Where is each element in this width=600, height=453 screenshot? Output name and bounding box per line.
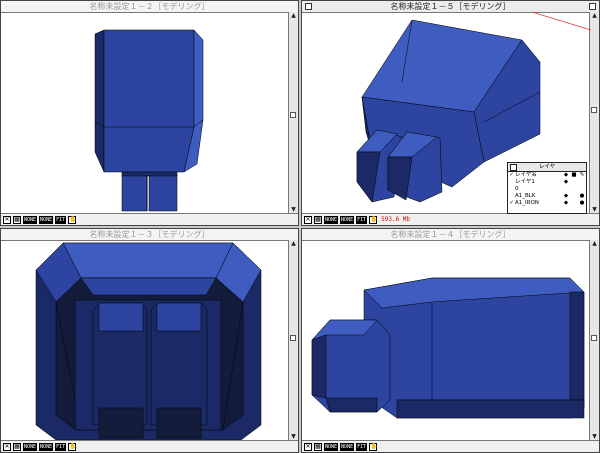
grid-icon[interactable]: ▦ — [13, 215, 21, 224]
memory-readout: 593.6 Mb — [381, 216, 411, 223]
hand-tool-icon[interactable]: ✋ — [68, 442, 77, 451]
layer-panel-title: レイヤ — [538, 164, 556, 170]
scroll-thumb[interactable] — [290, 335, 296, 341]
window-title: 名称未設定１－４［モデリング］ — [386, 230, 515, 239]
model-front-face — [103, 29, 195, 173]
model-side-face — [94, 29, 105, 173]
lock-icon[interactable]: ■ — [570, 172, 578, 179]
viewport-window-top-left[interactable]: 名称未設定１－２［モデリング］ ▲ ▼ ✕ ▦ NONE NONE FIT ✋ — [0, 0, 299, 226]
layer-check[interactable]: ✓ — [508, 200, 515, 207]
fit-button[interactable]: FIT — [356, 215, 368, 224]
snap-mode-button-2[interactable]: NONE — [340, 215, 355, 224]
snap-mode-button-2[interactable]: NONE — [39, 215, 54, 224]
visibility-icon[interactable]: ◆ — [562, 193, 570, 200]
scroll-up-arrow-icon[interactable]: ▲ — [289, 12, 298, 20]
axes-icon[interactable]: ✕ — [3, 442, 11, 451]
edit-icon[interactable]: ● — [578, 200, 586, 207]
model-leg-right — [148, 174, 178, 212]
window-title: 名称未設定１－５［モデリング］ — [386, 2, 515, 11]
layer-check[interactable]: ✓ — [508, 172, 515, 179]
zoom-box-icon[interactable] — [589, 3, 596, 10]
snap-mode-button[interactable]: NONE — [324, 215, 339, 224]
viewport-window-bottom-right[interactable]: 名称未設定１－４［モデリング］ ▲ ▼ ✕ ▦ NONE NONE FIT ✋ — [301, 228, 600, 453]
layer-name: A1_IRON — [515, 200, 539, 206]
scroll-thumb[interactable] — [290, 112, 296, 118]
viewport-statusbar: ✕ ▦ NONE NONE FIT ✋ 593.6 Mb — [302, 213, 599, 225]
grid-icon[interactable]: ▦ — [314, 215, 322, 224]
guide-line — [531, 12, 591, 31]
scroll-up-arrow-icon[interactable]: ▲ — [590, 240, 599, 248]
layer-row[interactable]: 0 — [508, 186, 586, 193]
layer-row[interactable]: ✓ レイヤ名 ◆ ■ ✎ — [508, 172, 586, 179]
snap-mode-button-2[interactable]: NONE — [340, 442, 355, 451]
scroll-up-arrow-icon[interactable]: ▲ — [590, 12, 599, 20]
model-right-face — [193, 29, 204, 128]
scroll-thumb[interactable] — [591, 335, 597, 341]
edit-icon[interactable]: ● — [578, 193, 586, 200]
layer-name: A1_BLK — [515, 193, 536, 199]
viewport-window-bottom-left[interactable]: 名称未設定１－３［モデリング］ ▲ ▼ ✕ ▦ NONE NONE FIT ✋ — [0, 228, 299, 453]
visibility-icon[interactable]: ◆ — [562, 200, 570, 207]
grid-icon[interactable]: ▦ — [314, 442, 322, 451]
model-leg-left — [121, 174, 148, 212]
hand-tool-icon[interactable]: ✋ — [369, 442, 378, 451]
side-view-canvas[interactable] — [302, 240, 591, 443]
close-box-icon[interactable] — [510, 164, 517, 171]
viewport-statusbar: ✕ ▦ NONE NONE FIT ✋ — [1, 440, 298, 452]
close-box-icon[interactable] — [305, 3, 312, 10]
viewport-statusbar: ✕ ▦ NONE NONE FIT ✋ — [302, 440, 599, 452]
snap-mode-button[interactable]: NONE — [324, 442, 339, 451]
layer-panel[interactable]: レイヤ ✓ レイヤ名 ◆ ■ ✎ レイヤ1 ◆ 0 A1_BLK ◆ ● ✓ A… — [507, 162, 587, 214]
layer-row[interactable]: ✓ A1_IRON ◆ ● — [508, 200, 586, 207]
layer-name: レイヤ1 — [515, 179, 535, 185]
fit-button[interactable]: FIT — [55, 442, 67, 451]
snap-mode-button-2[interactable]: NONE — [39, 442, 54, 451]
front-view-canvas[interactable] — [1, 12, 290, 216]
edit-icon[interactable]: ✎ — [578, 172, 586, 179]
layer-row[interactable]: レイヤ1 ◆ — [508, 179, 586, 186]
scroll-thumb[interactable] — [591, 107, 597, 113]
axes-icon[interactable]: ✕ — [3, 215, 11, 224]
grid-icon[interactable]: ▦ — [13, 442, 21, 451]
hand-tool-icon[interactable]: ✋ — [68, 215, 77, 224]
visibility-icon[interactable]: ◆ — [562, 179, 570, 186]
snap-mode-button[interactable]: NONE — [23, 442, 38, 451]
viewport-statusbar: ✕ ▦ NONE NONE FIT ✋ — [1, 213, 298, 225]
scroll-up-arrow-icon[interactable]: ▲ — [289, 240, 298, 248]
axes-icon[interactable]: ✕ — [304, 215, 312, 224]
window-title: 名称未設定１－２［モデリング］ — [85, 2, 214, 11]
snap-mode-button[interactable]: NONE — [23, 215, 38, 224]
fit-button[interactable]: FIT — [356, 442, 368, 451]
visibility-icon[interactable]: ◆ — [562, 172, 570, 179]
hand-tool-icon[interactable]: ✋ — [369, 215, 378, 224]
layer-name: 0 — [515, 186, 519, 192]
fit-button[interactable]: FIT — [55, 215, 67, 224]
layer-row[interactable]: A1_BLK ◆ ● — [508, 193, 586, 200]
axes-icon[interactable]: ✕ — [304, 442, 312, 451]
top-view-canvas[interactable] — [1, 240, 290, 443]
layer-panel-titlebar[interactable]: レイヤ — [508, 163, 586, 172]
window-title: 名称未設定１－３［モデリング］ — [85, 230, 214, 239]
layer-name: レイヤ名 — [515, 172, 537, 178]
